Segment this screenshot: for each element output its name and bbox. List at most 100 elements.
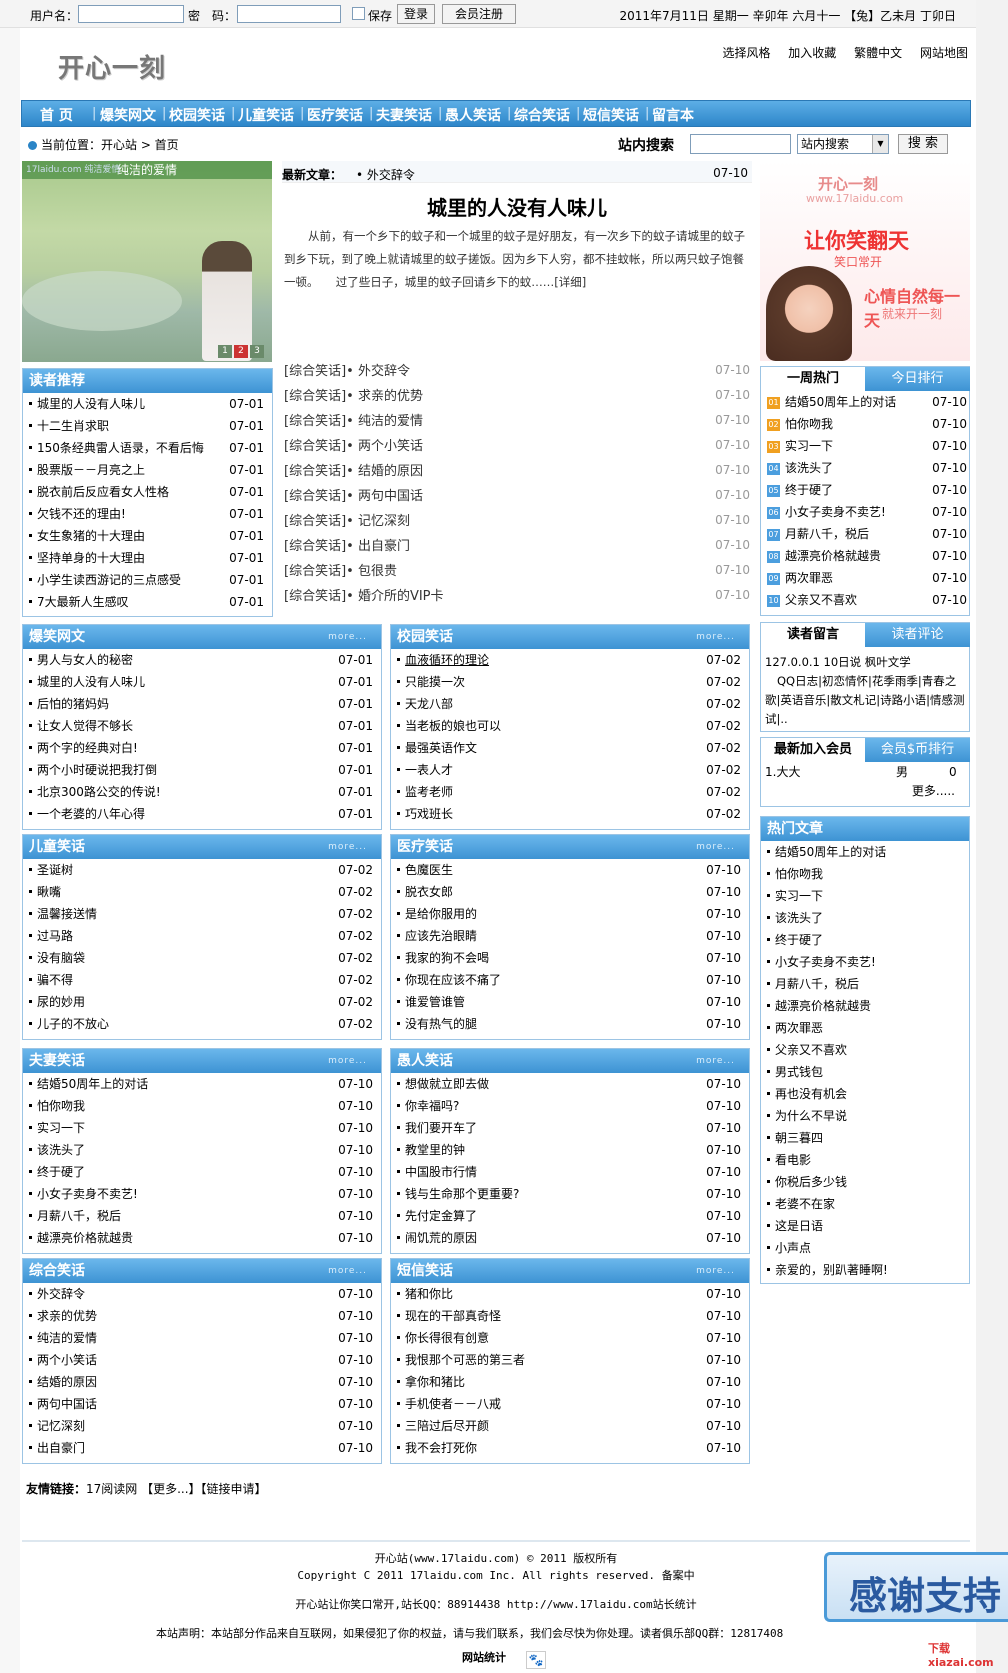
list-item-title[interactable]: 纯洁的爱情 (37, 1331, 97, 1345)
more-link[interactable]: more... (328, 835, 367, 859)
list-item-title[interactable]: 朝三暮四 (775, 1131, 823, 1145)
list-item-title[interactable]: 终于硬了 (775, 933, 823, 947)
list-item-title[interactable]: • 纯洁的爱情 (346, 414, 423, 429)
box-title[interactable]: 短信笑话 (397, 1263, 453, 1279)
nav-yiliao[interactable]: 医疗笑话 (307, 105, 363, 125)
list-item-title[interactable]: 两个小时硬说把我打倒 (37, 763, 157, 777)
list-item-title[interactable]: 想做就立即去做 (405, 1077, 489, 1091)
list-item-title[interactable]: 该洗头了 (775, 911, 823, 925)
list-item-title[interactable]: 终于硬了 (785, 483, 833, 497)
list-item-title[interactable]: 监考老师 (405, 785, 453, 799)
list-item-title[interactable]: 两个字的经典对白! (37, 741, 138, 755)
list-item-title[interactable]: 出自豪门 (37, 1441, 85, 1455)
list-item-title[interactable]: 应该先治眼睛 (405, 929, 477, 943)
list-item-title[interactable]: • 婚介所的VIP卡 (346, 589, 443, 604)
list-item-title[interactable]: 城里的人没有人味儿 (37, 397, 145, 411)
list-item-title[interactable]: 结婚50周年上的对话 (775, 845, 886, 859)
username-input[interactable] (78, 5, 184, 23)
list-item-title[interactable]: 外交辞令 (37, 1287, 85, 1301)
list-item-title[interactable]: 怕你吻我 (775, 867, 823, 881)
remember-checkbox[interactable] (352, 7, 365, 20)
list-item-title[interactable]: 越漂亮价格就越贵 (785, 549, 881, 563)
list-item-category[interactable]: [综合笑话] (284, 364, 346, 379)
header-link-style[interactable]: 选择风格 (722, 46, 770, 60)
box-title[interactable]: 爆笑网文 (29, 629, 85, 645)
list-item-title[interactable]: 你现在应该不痛了 (405, 973, 501, 987)
list-item-title[interactable]: 巧戏班长 (405, 807, 453, 821)
header-link-sitemap[interactable]: 网站地图 (920, 46, 968, 60)
list-item-title[interactable]: 男式钱包 (775, 1065, 823, 1079)
list-item-title[interactable]: 月薪八千，税后 (775, 977, 859, 991)
list-item-title[interactable]: 过马路 (37, 929, 73, 943)
nav-yuren[interactable]: 愚人笑话 (445, 105, 501, 125)
list-item-title[interactable]: 猪和你比 (405, 1287, 453, 1301)
list-item-title[interactable]: 结婚50周年上的对话 (37, 1077, 148, 1091)
search-scope-select[interactable]: 站内搜索 ▼ (797, 134, 889, 154)
list-item-title[interactable]: 色魔医生 (405, 863, 453, 877)
list-item-title[interactable]: 小学生读西游记的三点感受 (37, 573, 181, 587)
list-item-title[interactable]: 记忆深刻 (37, 1419, 85, 1433)
login-button[interactable]: 登录 (397, 4, 435, 24)
list-item-title[interactable]: 三陪过后尽开颜 (405, 1419, 489, 1433)
list-item-title[interactable]: 终于硬了 (37, 1165, 85, 1179)
ad-banner[interactable]: 开心一刻 www.17laidu.com 让你笑翻天 笑口常开 心情自然每一天 … (760, 161, 970, 361)
nav-duanxin[interactable]: 短信笑话 (583, 105, 639, 125)
list-item-title[interactable]: 越漂亮价格就越贵 (37, 1231, 133, 1245)
register-button[interactable]: 会员注册 (442, 4, 516, 24)
list-item-title[interactable]: 为什么不早说 (775, 1109, 847, 1123)
more-link[interactable]: more... (328, 1259, 367, 1283)
list-item-title[interactable]: 实习一下 (785, 439, 833, 453)
thanks-banner[interactable]: 感谢支持 (824, 1552, 1008, 1622)
list-item-title[interactable]: • 两个小笑话 (346, 439, 423, 454)
nav-ertong[interactable]: 儿童笑话 (238, 105, 294, 125)
header-link-traditional[interactable]: 繁體中文 (854, 46, 902, 60)
members-more-link[interactable]: 更多..... (761, 782, 969, 799)
list-item-title[interactable]: 圣诞树 (37, 863, 73, 877)
list-item-title[interactable]: 看电影 (775, 1153, 811, 1167)
list-item-title[interactable]: 越漂亮价格就越贵 (775, 999, 871, 1013)
list-item-title[interactable]: 后怕的猪妈妈 (37, 697, 109, 711)
list-item-category[interactable]: [综合笑话] (284, 389, 346, 404)
list-item-title[interactable]: 我家的狗不会喝 (405, 951, 489, 965)
list-item-title[interactable]: 最强英语作文 (405, 741, 477, 755)
list-item-title[interactable]: 女生象猪的十大理由 (37, 529, 145, 543)
list-item-title[interactable]: 两个小笑话 (37, 1353, 97, 1367)
box-title[interactable]: 综合笑话 (29, 1263, 85, 1279)
more-link[interactable]: more... (696, 1259, 735, 1283)
more-link[interactable]: more... (328, 625, 367, 649)
paw-icon[interactable]: 🐾 (526, 1651, 546, 1669)
list-item-title[interactable]: 一个老婆的八年心得 (37, 807, 145, 821)
more-link[interactable]: more... (696, 1049, 735, 1073)
list-item-category[interactable]: [综合笑话] (284, 514, 346, 529)
list-item-title[interactable]: • 包很贵 (346, 564, 397, 579)
list-item-title[interactable]: 钱与生命那个更重要? (405, 1187, 519, 1201)
list-item-category[interactable]: [综合笑话] (284, 489, 346, 504)
list-item-title[interactable]: 没有热气的腿 (405, 1017, 477, 1031)
list-item-title[interactable]: 该洗头了 (37, 1143, 85, 1157)
list-item-title[interactable]: 我们要开车了 (405, 1121, 477, 1135)
list-item-title[interactable]: 我恨那个可恶的第三者 (405, 1353, 525, 1367)
list-item-title[interactable]: 现在的干部真奇怪 (405, 1309, 501, 1323)
header-link-favorite[interactable]: 加入收藏 (788, 46, 836, 60)
list-item-title[interactable]: 瞅嘴 (37, 885, 61, 899)
list-item-title[interactable]: 父亲又不喜欢 (775, 1043, 847, 1057)
list-item-title[interactable]: • 两句中国话 (346, 489, 423, 504)
list-item-category[interactable]: [综合笑话] (284, 464, 346, 479)
list-item-title[interactable]: 欠钱不还的理由! (37, 507, 126, 521)
list-item-title[interactable]: 你长得很有创意 (405, 1331, 489, 1345)
more-link[interactable]: more... (696, 625, 735, 649)
site-logo[interactable]: 开心一刻 (58, 48, 166, 85)
guestbook-text2[interactable]: QQ日志|初恋情怀|花季雨季|青春之歌|英语音乐|散文札记|诗路小语|情感测试|… (765, 674, 965, 726)
list-item-title[interactable]: 十二生肖求职 (37, 419, 109, 433)
list-item-title[interactable]: 一表人才 (405, 763, 453, 777)
list-item-title[interactable]: • 求亲的优势 (346, 389, 423, 404)
list-item-title[interactable]: 月薪八千，税后 (785, 527, 869, 541)
list-item-title[interactable]: 150条经典雷人语录，不看后悔 (37, 441, 204, 455)
tab-weekly-hot[interactable]: 一周热门 (761, 367, 865, 391)
list-item-title[interactable]: 闹饥荒的原因 (405, 1231, 477, 1245)
list-item-title[interactable]: 让女人觉得不够长 (37, 719, 133, 733)
list-item-title[interactable]: 小声点 (775, 1241, 811, 1255)
nav-wangwen[interactable]: 爆笑网文 (100, 105, 156, 125)
search-button[interactable]: 搜 索 (898, 134, 948, 154)
list-item-title[interactable]: 教堂里的钟 (405, 1143, 465, 1157)
